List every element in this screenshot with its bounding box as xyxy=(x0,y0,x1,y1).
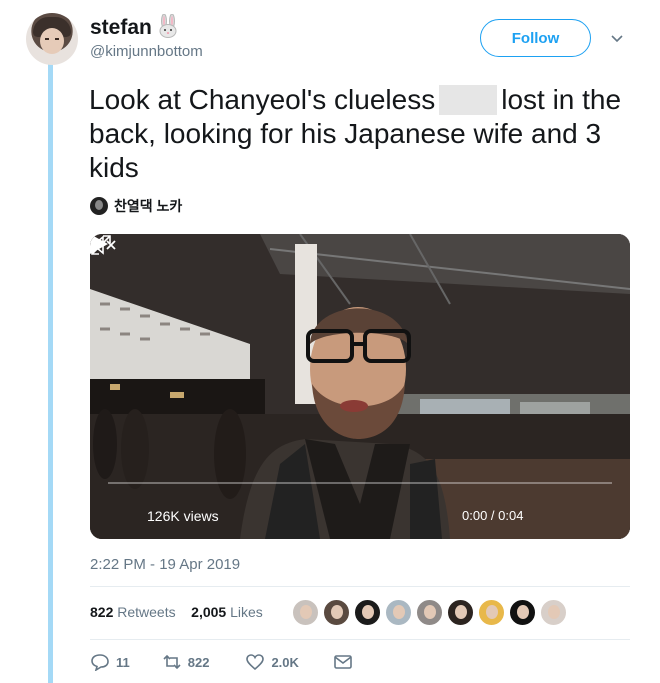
retweets-stat[interactable]: 822 Retweets xyxy=(90,604,176,620)
liker-avatar[interactable] xyxy=(447,599,474,626)
likers-list xyxy=(292,599,567,626)
liker-avatar[interactable] xyxy=(416,599,443,626)
envelope-icon xyxy=(334,655,352,669)
video-player[interactable]: 126K views 0:00 / 0:04 xyxy=(90,234,630,539)
chevron-down-icon[interactable] xyxy=(611,34,623,44)
liker-avatar[interactable] xyxy=(509,599,536,626)
video-frame xyxy=(90,234,630,539)
video-progress-track[interactable] xyxy=(108,482,612,484)
avatar[interactable] xyxy=(26,13,78,65)
attribution-name: 찬열댁 노카 xyxy=(114,198,183,214)
rabbit-icon xyxy=(159,14,177,38)
liker-face xyxy=(517,605,529,619)
video-views: 126K views xyxy=(147,508,219,524)
message-action[interactable] xyxy=(333,653,353,671)
attribution-avatar xyxy=(90,197,108,215)
liker-avatar[interactable] xyxy=(354,599,381,626)
liker-face xyxy=(455,605,467,619)
liker-face xyxy=(548,605,560,619)
tweet-stats: 822 Retweets 2,005 Likes xyxy=(90,604,263,620)
tweet-text-part: Look at Chanyeol's clueless xyxy=(89,84,436,115)
like-count: 2.0K xyxy=(271,654,299,670)
likes-stat[interactable]: 2,005 Likes xyxy=(191,604,263,620)
reply-count: 11 xyxy=(116,654,130,670)
redacted-word xyxy=(439,85,498,115)
divider xyxy=(90,586,630,587)
user-name[interactable]: stefan xyxy=(90,16,152,40)
tweet-timestamp[interactable]: 2:22 PM - 19 Apr 2019 xyxy=(90,556,240,573)
reply-action[interactable]: 11 xyxy=(90,653,130,671)
avatar-eye xyxy=(55,38,59,40)
liker-avatar[interactable] xyxy=(323,599,350,626)
avatar-face xyxy=(40,28,64,54)
liker-face xyxy=(300,605,312,619)
liker-face xyxy=(362,605,374,619)
liker-avatar[interactable] xyxy=(478,599,505,626)
retweets-label: Retweets xyxy=(117,604,176,620)
fullscreen-icon[interactable] xyxy=(90,234,112,256)
reply-icon xyxy=(91,654,109,671)
heart-icon xyxy=(246,654,265,671)
likes-label: Likes xyxy=(230,604,263,620)
like-action[interactable]: 2.0K xyxy=(245,653,299,671)
retweet-icon xyxy=(163,654,181,670)
video-time: 0:00 / 0:04 xyxy=(462,508,524,523)
tweet-text: Look at Chanyeol's clueless lost in the b… xyxy=(89,83,629,185)
liker-face xyxy=(424,605,436,619)
video-attribution[interactable]: 찬열댁 노카 xyxy=(90,196,182,216)
thread-line xyxy=(48,64,53,683)
user-handle[interactable]: @kimjunnbottom xyxy=(90,43,203,60)
tweet-actions: 11 822 2.0K xyxy=(90,653,353,671)
liker-avatar[interactable] xyxy=(385,599,412,626)
likes-count: 2,005 xyxy=(191,604,227,620)
retweet-count: 822 xyxy=(187,654,210,670)
liker-face xyxy=(331,605,343,619)
retweets-count: 822 xyxy=(90,604,114,620)
follow-button[interactable]: Follow xyxy=(480,19,591,57)
liker-avatar[interactable] xyxy=(540,599,567,626)
liker-face xyxy=(393,605,405,619)
retweet-action[interactable]: 822 xyxy=(162,653,210,671)
avatar-eye xyxy=(45,38,49,40)
divider xyxy=(90,639,630,640)
liker-face xyxy=(486,605,498,619)
liker-avatar[interactable] xyxy=(292,599,319,626)
